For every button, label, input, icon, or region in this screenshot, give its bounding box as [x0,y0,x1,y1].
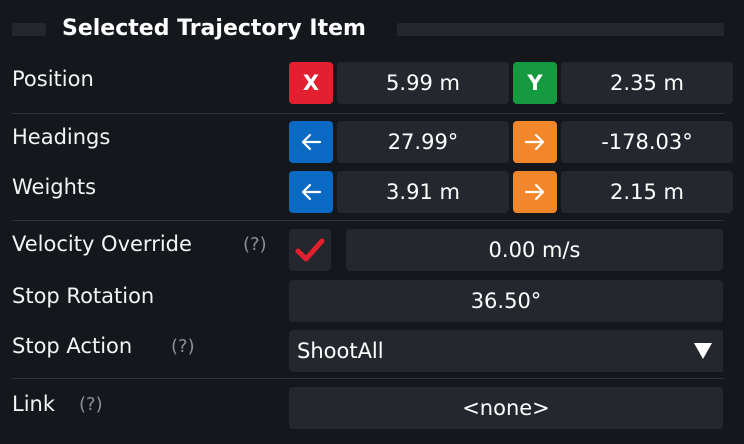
weight-end-tag [513,171,557,213]
velocity-override-label: Velocity Override [12,232,192,256]
heading-end-tag [513,121,557,163]
link-label: Link [12,392,56,416]
panel-title: Selected Trajectory Item [62,16,366,41]
heading-start-input[interactable]: 27.99° [337,121,509,163]
velocity-override-input[interactable]: 0.00 m/s [346,229,723,271]
arrow-left-icon [301,183,322,201]
stop-action-dropdown[interactable]: ShootAll [289,330,723,372]
stop-action-selected: ShootAll [297,339,384,363]
divider [12,113,724,114]
weights-label: Weights [12,175,97,199]
link-help[interactable]: (?) [79,390,103,420]
weight-end-input[interactable]: 2.15 m [561,171,733,213]
header-bar-right [397,23,724,36]
position-label: Position [12,67,94,91]
stop-action-label: Stop Action [12,334,133,358]
stop-rotation-label: Stop Rotation [12,284,155,308]
arrow-right-icon [524,183,545,201]
link-input[interactable]: <none> [289,387,723,429]
stop-action-help[interactable]: (?) [171,332,195,362]
headings-label: Headings [12,125,111,149]
heading-start-tag [289,121,333,163]
velocity-override-checkbox[interactable] [289,229,331,271]
stop-action-dropdown-button[interactable] [683,330,723,372]
velocity-override-help[interactable]: (?) [243,230,267,260]
position-y-input[interactable]: 2.35 m [561,62,733,104]
divider [12,220,724,221]
heading-end-input[interactable]: -178.03° [561,121,733,163]
checkmark-icon [295,238,325,262]
header-bar-left [12,23,46,36]
triangle-down-icon [694,343,712,359]
weight-start-input[interactable]: 3.91 m [337,171,509,213]
arrow-left-icon [301,133,322,151]
arrow-right-icon [524,133,545,151]
stop-rotation-input[interactable]: 36.50° [289,280,723,322]
x-tag: X [289,62,333,104]
divider [12,378,724,379]
weight-start-tag [289,171,333,213]
y-tag: Y [513,62,557,104]
position-x-input[interactable]: 5.99 m [337,62,509,104]
